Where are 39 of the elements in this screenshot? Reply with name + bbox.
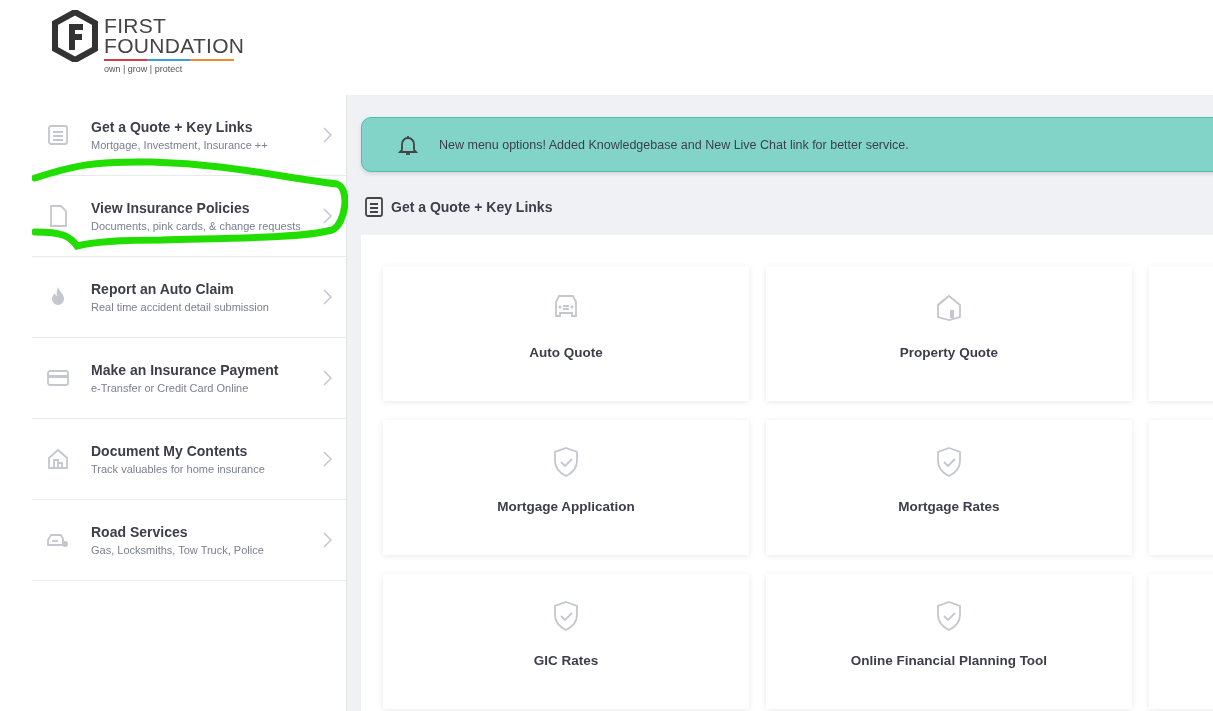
house-icon — [46, 447, 70, 471]
quote-card[interactable]: Mortgage Application — [383, 420, 749, 555]
sidebar-item[interactable]: View Insurance Policies Documents, pink cards, & change requests — [32, 176, 346, 257]
logo-wordmark: FIRST — [104, 16, 168, 36]
chevron-right-icon — [322, 289, 332, 305]
item-subtitle: Track valuables for home insurance — [91, 463, 266, 475]
chevron-right-icon — [322, 451, 332, 467]
quote-card[interactable]: Online Financial Planning Tool — [766, 574, 1132, 709]
sidebar-item[interactable]: Get a Quote + Key Links Mortgage, Investment, Insurance ++ — [32, 95, 346, 176]
item-title: Get a Quote + Key Links — [91, 119, 254, 135]
item-subtitle: Real time accident detail submission — [91, 301, 270, 313]
logo-wordmark: FOUNDATION — [104, 36, 245, 56]
list-icon — [46, 123, 70, 147]
banner-message: New menu options! Added Knowledgebase and New Live Chat link for better service. — [439, 137, 909, 152]
quote-card[interactable]: GIC Rates — [383, 574, 749, 709]
chevron-right-icon — [322, 532, 332, 548]
logo-icon — [52, 10, 98, 62]
chevron-right-icon — [322, 127, 332, 143]
item-subtitle: Gas, Locksmiths, Tow Truck, Police — [91, 544, 265, 556]
chevron-right-icon — [322, 208, 332, 224]
quote-card[interactable]: Property Quote — [766, 266, 1132, 401]
logo-tagline: own | grow | protect — [104, 64, 184, 74]
chevron-right-icon — [322, 370, 332, 386]
item-title: Road Services — [91, 524, 189, 540]
item-title: Report an Auto Claim — [91, 281, 235, 297]
sidebar-item[interactable]: Document My Contents Track valuables for home insurance — [32, 419, 346, 500]
document-list-icon — [363, 196, 385, 218]
item-title: View Insurance Policies — [91, 200, 251, 216]
item-title: Make an Insurance Payment — [91, 362, 280, 378]
item-subtitle: Mortgage, Investment, Insurance ++ — [91, 139, 269, 151]
item-subtitle: Documents, pink cards, & change requests — [91, 220, 302, 232]
item-title: Document My Contents — [91, 443, 249, 459]
sidebar-item[interactable]: Report an Auto Claim Real time accident detail submission — [32, 257, 346, 338]
quote-card[interactable]: Mortgage Rates — [766, 420, 1132, 555]
sidebar-item[interactable]: Road Services Gas, Locksmiths, Tow Truck, Police — [32, 500, 346, 581]
quote-card[interactable]: Auto Quote — [383, 266, 749, 401]
item-subtitle: e-Transfer or Credit Card Online — [91, 382, 250, 394]
section-title: Get a Quote + Key Links — [391, 199, 553, 215]
sidebar-item[interactable]: Make an Insurance Payment e-Transfer or Credit Card Online — [32, 338, 346, 419]
